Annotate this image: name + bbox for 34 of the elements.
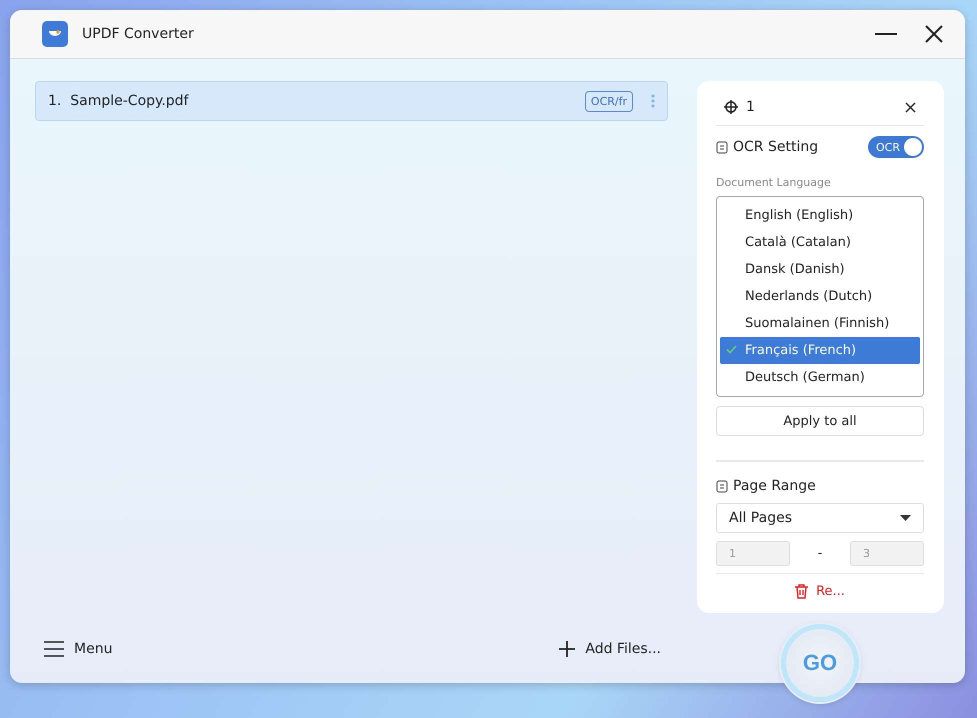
close-icon (925, 25, 943, 43)
trash-icon (795, 584, 808, 599)
caret-icon (900, 515, 911, 521)
plus-icon (559, 641, 576, 657)
ocr-setting-label: OCR Setting (733, 139, 818, 155)
remove-button[interactable]: Re... (716, 583, 924, 600)
language-option[interactable]: English (English) (720, 202, 920, 229)
file-name: 1. Sample-Copy.pdf (48, 93, 188, 109)
language-option[interactable]: Català (Catalan) (720, 229, 920, 256)
page-range-select[interactable]: All Pages (716, 503, 924, 533)
add-files-button[interactable]: Add Files... (553, 640, 667, 658)
language-option[interactable]: Français (French) (720, 337, 920, 364)
minimize-icon (875, 33, 897, 35)
document-icon (716, 140, 728, 154)
app-logo-icon (42, 21, 68, 47)
language-option[interactable]: Dansk (Danish) (720, 256, 920, 283)
window-title: UPDF Converter (82, 26, 195, 42)
language-option[interactable]: Nederlands (Dutch) (720, 283, 920, 310)
language-option[interactable]: Suomalainen (Finnish) (720, 310, 920, 337)
document-language-label: Document Language (716, 176, 832, 189)
page-range-label: Page Range (733, 478, 816, 494)
menu-button[interactable]: Menu (38, 640, 118, 658)
file-row[interactable]: 1. Sample-Copy.pdf OCR/fr (35, 81, 668, 121)
crosshair-icon (724, 100, 738, 114)
apply-to-all-button[interactable]: Apply to all (716, 406, 924, 436)
file-index: 1 (746, 99, 755, 115)
ocr-badge: OCR/fr (584, 90, 633, 112)
check-icon (726, 345, 737, 354)
menu-icon (44, 641, 64, 657)
ocr-toggle[interactable]: OCR (868, 136, 924, 158)
close-icon[interactable] (905, 102, 916, 112)
document-icon (716, 480, 728, 492)
range-separator: - (818, 546, 822, 561)
language-option[interactable]: Deutsch (German) (720, 364, 920, 391)
